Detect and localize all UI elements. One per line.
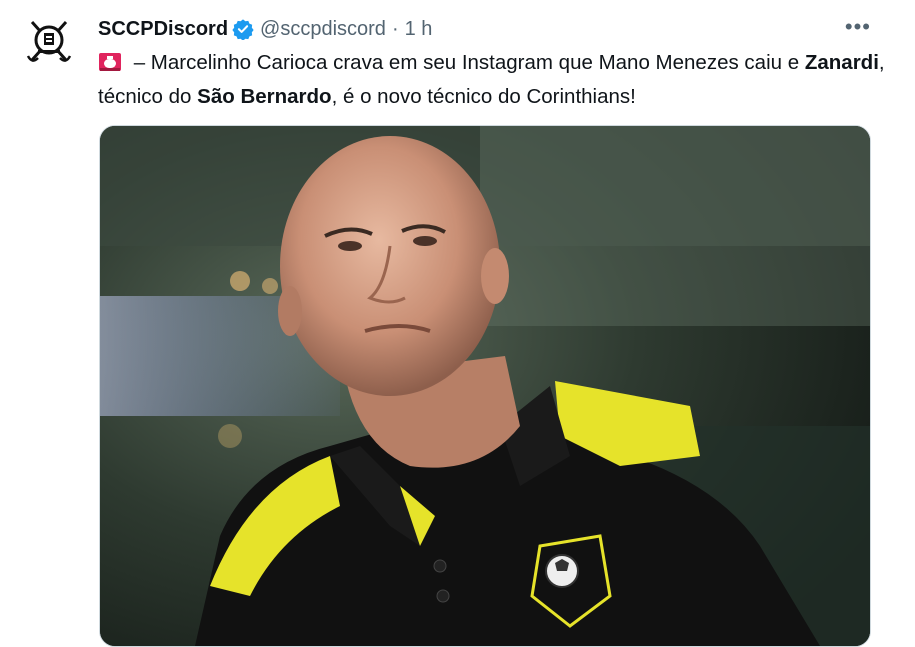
photo-coach-image: [100, 126, 870, 646]
avatar[interactable]: [22, 14, 76, 68]
mention-zanardi: Zanardi: [804, 51, 879, 74]
tweet-header: SCCPDiscord @sccpdiscord · 1 h: [98, 16, 875, 42]
author-name[interactable]: SCCPDiscord: [98, 18, 228, 41]
corinthians-crest-icon: [26, 20, 72, 62]
tweet-text-part-3: , é o novo técnico do Corinthians!: [331, 85, 636, 108]
rotating-light-icon: [98, 51, 122, 82]
mention-sao-bernardo: São Bernardo: [197, 85, 332, 108]
author-handle[interactable]: @sccpdiscord: [260, 18, 386, 41]
tweet-text-part-1: – Marcelinho Carioca crava em seu Instag…: [128, 51, 805, 74]
tweet-photo[interactable]: [99, 125, 871, 647]
more-options-icon[interactable]: •••: [845, 16, 871, 38]
tweet-timestamp[interactable]: 1 h: [405, 18, 433, 41]
tweet-text: – Marcelinho Carioca crava em seu Instag…: [98, 48, 888, 112]
separator-dot: ·: [391, 17, 399, 40]
verified-badge-icon: [232, 18, 254, 40]
